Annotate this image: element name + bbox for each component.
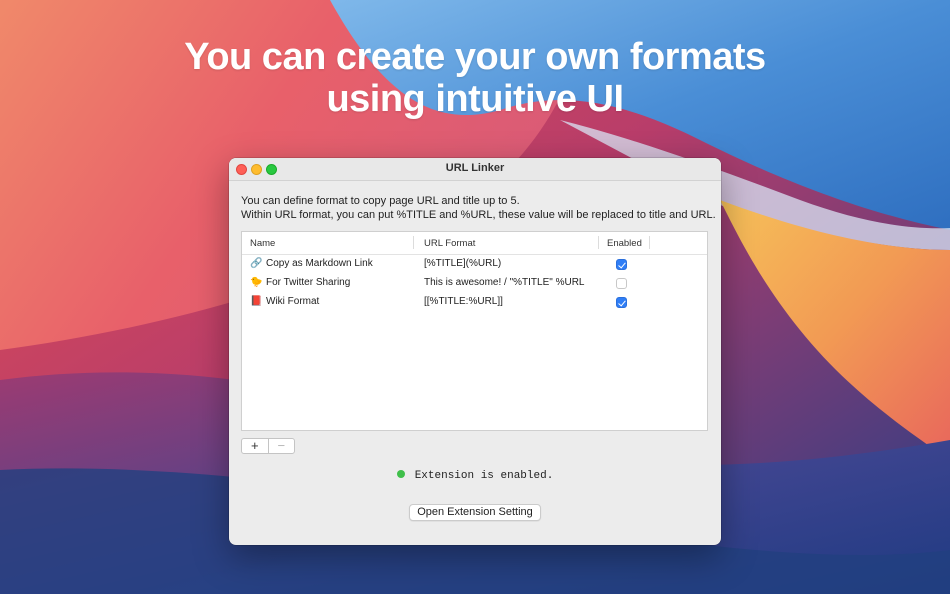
- enabled-checkbox[interactable]: [616, 297, 627, 308]
- formats-table: Name URL Format Enabled 🔗 Copy as Markdow…: [241, 231, 708, 431]
- format-name: Copy as Markdown Link: [266, 258, 373, 269]
- enabled-checkbox[interactable]: [616, 278, 627, 289]
- format-template[interactable]: This is awesome! / "%TITLE" %URL: [424, 277, 584, 288]
- add-format-button[interactable]: +: [242, 439, 269, 453]
- column-divider[interactable]: [649, 236, 650, 249]
- url-linker-window: URL Linker You can define format to copy…: [229, 158, 721, 545]
- extension-status: Extension is enabled.: [229, 470, 721, 482]
- row-name-cell: 🔗 Copy as Markdown Link: [250, 258, 373, 269]
- headline-line-1: You can create your own formats: [184, 36, 766, 78]
- description-text: You can define format to copy page URL a…: [241, 194, 716, 222]
- format-name: For Twitter Sharing: [266, 277, 351, 288]
- table-row[interactable]: 📕 Wiki Format [[%TITLE:%URL]]: [242, 293, 707, 312]
- format-name: Wiki Format: [266, 296, 320, 307]
- table-row[interactable]: 🔗 Copy as Markdown Link [%TITLE](%URL): [242, 255, 707, 274]
- description-line-2: Within URL format, you can put %TITLE an…: [241, 209, 716, 221]
- column-header-enabled[interactable]: Enabled: [607, 238, 642, 249]
- window-title: URL Linker: [445, 162, 505, 174]
- bird-icon: 🐤: [250, 277, 263, 288]
- link-icon: 🔗: [250, 258, 263, 269]
- table-header: Name URL Format Enabled: [242, 232, 707, 255]
- window-titlebar[interactable]: URL Linker: [229, 158, 721, 181]
- row-name-cell: 📕 Wiki Format: [250, 296, 319, 307]
- status-indicator-dot: [396, 470, 405, 478]
- column-header-name[interactable]: Name: [250, 238, 275, 249]
- column-divider[interactable]: [598, 236, 599, 249]
- table-body: 🔗 Copy as Markdown Link [%TITLE](%URL) 🐤 For…: [242, 255, 707, 312]
- remove-format-button[interactable]: −: [269, 439, 295, 453]
- book-icon: 📕: [250, 296, 263, 307]
- column-divider[interactable]: [413, 236, 414, 249]
- enabled-checkbox[interactable]: [616, 259, 627, 270]
- description-line-1: You can define format to copy page URL a…: [241, 195, 520, 207]
- headline-line-2: using intuitive UI: [326, 78, 624, 120]
- column-header-url-format[interactable]: URL Format: [424, 238, 475, 249]
- row-name-cell: 🐤 For Twitter Sharing: [250, 277, 350, 288]
- table-row[interactable]: 🐤 For Twitter Sharing This is awesome! / "…: [242, 274, 707, 293]
- status-text: Extension is enabled.: [414, 470, 554, 482]
- add-remove-control: + −: [241, 438, 295, 454]
- open-extension-setting-button[interactable]: Open Extension Setting: [409, 504, 541, 521]
- promo-headline: You can create your own formats using in…: [0, 36, 950, 120]
- format-template[interactable]: [%TITLE](%URL): [424, 258, 501, 269]
- format-template[interactable]: [[%TITLE:%URL]]: [424, 296, 503, 307]
